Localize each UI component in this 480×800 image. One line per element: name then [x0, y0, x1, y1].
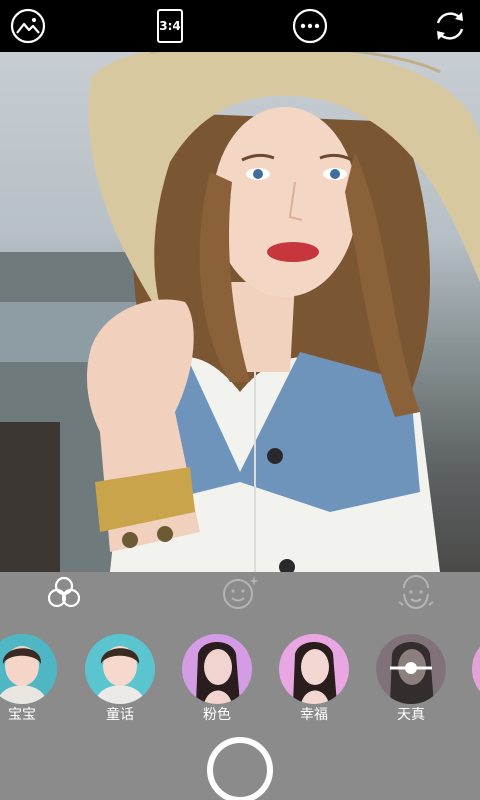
more-button[interactable] — [288, 4, 332, 48]
smiley-sparkle-icon — [220, 574, 260, 614]
gallery-button[interactable] — [6, 4, 50, 48]
switch-camera-button[interactable] — [428, 4, 472, 48]
filter-item[interactable]: 童话 — [83, 634, 157, 728]
filter-thumbnail — [279, 634, 349, 704]
tab-beauty[interactable] — [218, 574, 262, 614]
filter-item-partial[interactable] — [470, 634, 480, 728]
more-dots-icon — [292, 8, 328, 44]
camera-switch-icon — [432, 8, 468, 44]
camera-app: 3:4 宝宝 童话 粉色 幸福 天真 — [0, 0, 480, 800]
control-panel: 宝宝 童话 粉色 幸福 天真 — [0, 572, 480, 800]
filter-label: 粉色 — [203, 707, 231, 723]
mode-tabs — [0, 572, 480, 616]
filter-item[interactable]: 粉色 — [180, 634, 254, 728]
filter-label: 童话 — [106, 707, 134, 723]
filter-thumbnail — [472, 634, 480, 704]
filter-list: 宝宝 童话 粉色 幸福 天真 — [0, 634, 480, 728]
filter-label: 宝宝 — [8, 707, 36, 723]
filter-item[interactable]: 幸福 — [277, 634, 351, 728]
face-outline-icon — [396, 574, 436, 614]
filter-thumbnail — [376, 634, 446, 704]
filter-item-selected[interactable]: 天真 — [374, 634, 448, 728]
three-circles-icon — [46, 574, 82, 614]
image-landscape-icon — [10, 8, 46, 44]
aspect-ratio-label: 3:4 — [157, 9, 183, 43]
top-toolbar: 3:4 — [0, 0, 480, 52]
filter-thumbnail — [182, 634, 252, 704]
shutter-button[interactable] — [207, 737, 273, 800]
filter-item[interactable]: 宝宝 — [0, 634, 59, 728]
preview-photo — [0, 52, 480, 572]
filter-thumbnail — [85, 634, 155, 704]
tab-filters[interactable] — [42, 574, 86, 614]
filter-label: 天真 — [397, 707, 425, 723]
filter-thumbnail — [0, 634, 57, 704]
aspect-ratio-button[interactable]: 3:4 — [148, 4, 192, 48]
adjust-slider-icon — [376, 634, 446, 704]
filter-label: 幸福 — [300, 707, 328, 723]
camera-preview[interactable] — [0, 52, 480, 572]
tab-face-shape[interactable] — [394, 574, 438, 614]
